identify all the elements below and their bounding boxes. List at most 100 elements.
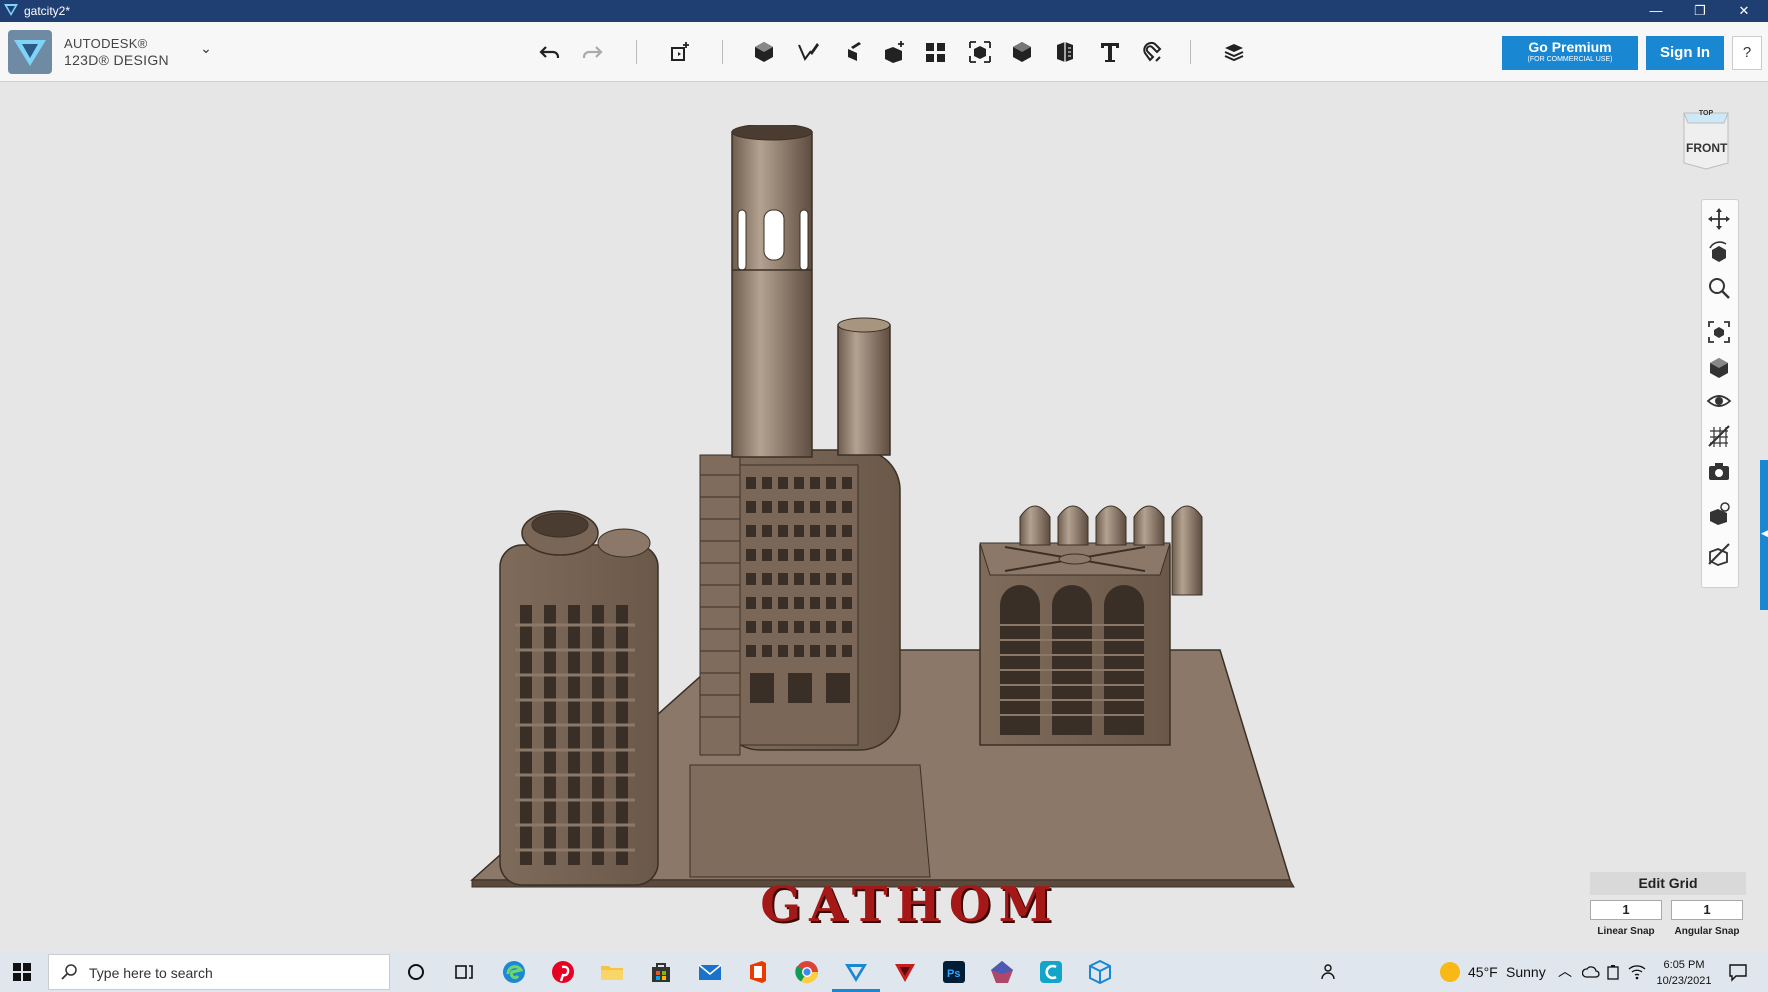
mail-app[interactable] [696,958,724,986]
views-button[interactable] [1706,354,1732,380]
pattern-tool[interactable] [920,36,952,68]
3d-model-scene[interactable] [460,125,1340,935]
materials-toggle-button[interactable] [1706,423,1732,449]
clock-date: 10/23/2021 [1656,975,1712,987]
office-app[interactable] [744,958,772,986]
chrome-icon [795,961,819,984]
spire-top [731,125,813,141]
taskbar-search-box[interactable]: Type here to search [48,954,390,990]
close-button[interactable]: ✕ [1722,0,1766,22]
help-button[interactable]: ? [1732,36,1762,70]
file-explorer-app[interactable] [598,958,626,986]
edit-grid-button[interactable]: Edit Grid [1590,872,1746,895]
modify-icon [885,41,904,63]
combine-icon [1013,42,1031,62]
taskbar-clock[interactable]: 6:05 PM 10/23/2021 [1648,957,1720,989]
go-premium-button[interactable]: Go Premium (FOR COMMERCIAL USE) [1502,36,1638,70]
fit-button[interactable] [1706,319,1732,345]
store-bag-icon [652,963,670,982]
grouping-icon [969,41,991,63]
zoom-button[interactable] [1706,275,1732,301]
photoshop-app[interactable]: Ps [940,958,968,986]
restore-button[interactable]: ❐ [1678,0,1722,22]
undo-button[interactable] [534,36,566,68]
text-tool[interactable] [1094,36,1126,68]
transform-tool[interactable] [664,36,696,68]
fit-icon [1708,321,1730,343]
go-premium-label: Go Premium [1528,39,1612,55]
viewcube-top-label[interactable]: TOP [1696,110,1716,117]
grouping-tool[interactable] [964,36,996,68]
window-title: gatcity2* [24,4,71,18]
search-placeholder: Type here to search [89,965,213,981]
redo-icon [582,46,603,58]
123d-design-app[interactable] [842,958,870,986]
title-bar: gatcity2* — ❐ ✕ [0,0,1768,22]
outline-toggle-button[interactable] [1706,541,1732,567]
combine-tool[interactable] [1006,36,1038,68]
store-app[interactable] [647,958,675,986]
pan-arrows-icon [1708,208,1730,230]
select-bodies-button[interactable] [1706,501,1732,527]
battery-icon[interactable] [1606,963,1622,981]
modify-tool[interactable] [878,36,910,68]
visibility-button[interactable] [1706,388,1732,414]
view-cube-icon [1710,358,1728,378]
cube-app[interactable] [1086,958,1114,986]
camera-icon [1709,463,1729,480]
edge-app[interactable] [500,958,528,986]
screenshot-button[interactable] [1706,458,1732,484]
eye-icon [1706,395,1732,407]
orbit-button[interactable] [1706,240,1732,266]
primitives-cube-icon [755,42,773,62]
clock-time: 6:05 PM [1663,959,1705,971]
windows-start-icon[interactable] [12,962,32,982]
3d-text-gathom: GATHOM [760,877,1060,933]
tower-side-column [699,454,741,756]
redo-button[interactable] [576,36,608,68]
wifi-icon[interactable] [1628,964,1646,980]
panel-expand-arrow-icon: ◀ [1761,528,1768,538]
sketch-pen-icon [798,43,819,61]
measure-tool[interactable] [1048,36,1080,68]
task-view-button[interactable] [450,958,478,986]
sunny-weather-icon [1440,962,1460,982]
tray-chevron-up-icon[interactable]: ︿ [1558,961,1572,981]
gem-app[interactable] [988,958,1016,986]
chrome-app[interactable] [793,958,821,986]
weather-temp[interactable]: 45°F [1468,964,1498,980]
mail-envelope-icon [698,964,722,980]
brand-product: 123D® DESIGN [64,52,169,68]
text-t-icon [1101,43,1119,62]
pan-button[interactable] [1706,206,1732,232]
c-letter-icon [1040,961,1062,983]
c-app[interactable] [1037,958,1065,986]
construct-tool[interactable] [836,36,868,68]
red-app[interactable] [891,958,919,986]
minimize-button[interactable]: — [1634,0,1678,22]
onedrive-cloud-icon[interactable] [1582,964,1600,980]
measure-icon [1057,42,1073,62]
snap-magnet-icon [1143,41,1162,62]
pinterest-app[interactable] [549,958,577,986]
brand-company: AUTODESK® [64,36,148,51]
people-icon[interactable] [1320,962,1340,982]
folder-icon [601,966,623,980]
sketch-tool[interactable] [792,36,824,68]
viewcube-front-label[interactable]: FRONT [1686,141,1727,155]
app-menu-chevron-icon[interactable]: ⌄ [196,40,216,60]
material-tool[interactable] [1218,36,1250,68]
sign-in-button[interactable]: Sign In [1646,36,1724,70]
notifications-icon[interactable] [1728,962,1748,982]
brand-logo-icon[interactable] [8,30,52,74]
3d-text-label[interactable]: GATHOM [640,880,1180,930]
edge-icon [503,961,525,983]
grid-off-icon [1708,425,1730,447]
angular-snap-input[interactable]: 1 [1671,900,1743,920]
primitives-tool[interactable] [748,36,780,68]
weather-condition[interactable]: Sunny [1506,964,1546,980]
cortana-button[interactable] [402,958,430,986]
snap-tool[interactable] [1136,36,1168,68]
zoom-magnifier-icon [1709,278,1730,299]
linear-snap-input[interactable]: 1 [1590,900,1662,920]
